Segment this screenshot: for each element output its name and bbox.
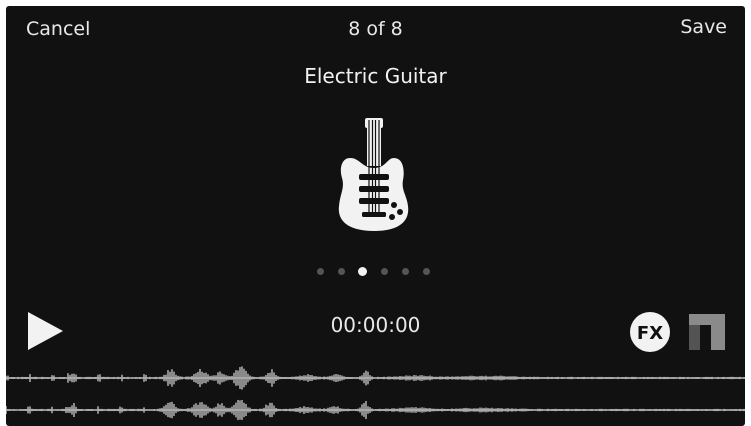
trim-icon[interactable] xyxy=(686,311,728,353)
page-dot-active[interactable] xyxy=(358,267,367,276)
page-dot[interactable] xyxy=(338,268,345,275)
page-dot[interactable] xyxy=(423,268,430,275)
waveform-track-top xyxy=(6,366,745,390)
page-dot[interactable] xyxy=(381,268,388,275)
top-bar: Cancel 8 of 8 Save xyxy=(6,6,745,52)
fx-label: FX xyxy=(637,323,663,344)
page-dot[interactable] xyxy=(317,268,324,275)
track-counter: 8 of 8 xyxy=(348,18,403,40)
electric-guitar-icon[interactable] xyxy=(324,118,424,236)
instrument-name: Electric Guitar xyxy=(304,64,447,88)
waveform-track-bottom xyxy=(6,399,745,421)
instrument-screen: Cancel 8 of 8 Save Electric Guitar 00:00… xyxy=(6,6,745,426)
waveform[interactable] xyxy=(6,356,745,426)
save-button[interactable]: Save xyxy=(680,16,727,38)
page-dot[interactable] xyxy=(402,268,409,275)
fx-button[interactable]: FX xyxy=(629,311,671,353)
